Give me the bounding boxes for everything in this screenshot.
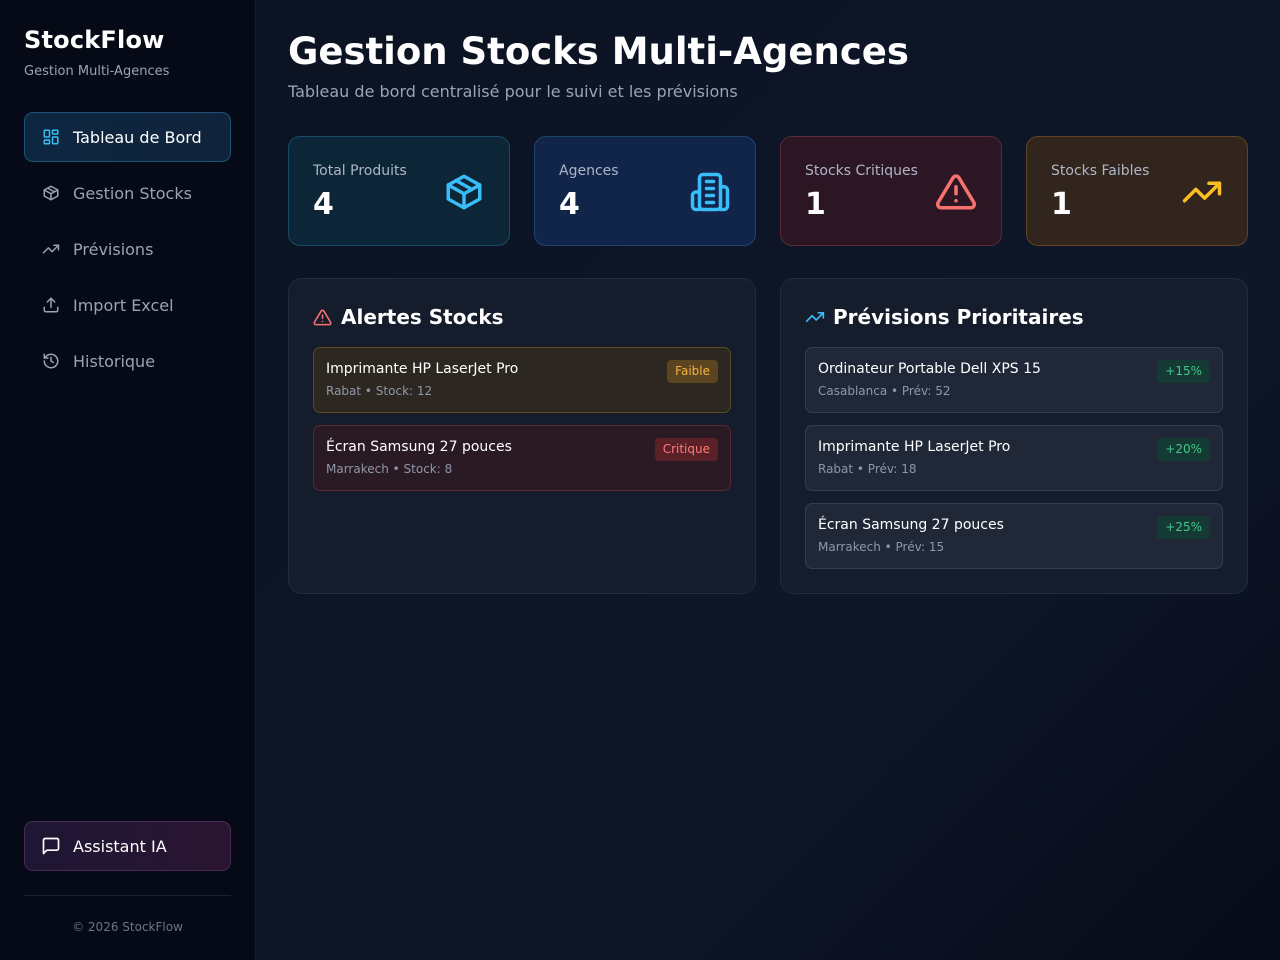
forecast-item[interactable]: Imprimante HP LaserJet Pro Rabat • Prév:… [805, 425, 1223, 491]
sidebar-item-label: Gestion Stocks [73, 183, 192, 203]
upload-icon [41, 295, 61, 315]
growth-badge: +15% [1157, 360, 1210, 383]
stat-value: 1 [805, 187, 826, 222]
stat-label: Stocks Faibles [1051, 163, 1150, 179]
forecasts-title: Prévisions Prioritaires [833, 305, 1084, 329]
sidebar-divider [24, 895, 231, 896]
forecast-meta: Marrakech • Prév: 15 [818, 540, 945, 554]
status-badge: Faible [667, 360, 718, 383]
growth-badge: +25% [1157, 516, 1210, 539]
stat-card-total-produits: Total Produits 4 [288, 136, 510, 246]
assistant-ia-label: Assistant IA [73, 836, 167, 856]
sidebar-nav: Tableau de Bord Gestion Stocks Prévision… [24, 112, 231, 392]
stat-label: Total Produits [313, 163, 407, 179]
alert-product-name: Écran Samsung 27 pouces [326, 439, 512, 455]
forecasts-panel: Prévisions Prioritaires Ordinateur Porta… [780, 278, 1248, 594]
trending-up-icon [805, 307, 825, 327]
stat-label: Stocks Critiques [805, 163, 918, 179]
sidebar-item-import-excel[interactable]: Import Excel [24, 280, 231, 330]
sidebar-item-previsions[interactable]: Prévisions [24, 224, 231, 274]
alert-item[interactable]: Écran Samsung 27 pouces Marrakech • Stoc… [313, 425, 731, 491]
history-icon [41, 351, 61, 371]
stat-label: Agences [559, 163, 619, 179]
alert-meta: Rabat • Stock: 12 [326, 384, 433, 398]
warning-icon [935, 174, 977, 210]
forecast-item[interactable]: Ordinateur Portable Dell XPS 15 Casablan… [805, 347, 1223, 413]
forecasts-header: Prévisions Prioritaires [805, 305, 1084, 329]
sidebar-item-historique[interactable]: Historique [24, 336, 231, 386]
stat-card-stocks-critiques: Stocks Critiques 1 [780, 136, 1002, 246]
warning-icon [313, 307, 333, 327]
chat-icon [41, 836, 61, 856]
stat-card-agences: Agences 4 [534, 136, 756, 246]
trending-up-icon [41, 239, 61, 259]
forecast-product-name: Écran Samsung 27 pouces [818, 517, 1004, 533]
assistant-ia-button[interactable]: Assistant IA [24, 821, 231, 871]
forecast-meta: Casablanca • Prév: 52 [818, 384, 951, 398]
sidebar-item-tableau-de-bord[interactable]: Tableau de Bord [24, 112, 231, 162]
brand-subtitle: Gestion Multi-Agences [24, 64, 170, 79]
status-badge: Critique [654, 438, 718, 461]
stat-value: 1 [1051, 187, 1072, 222]
sidebar-item-label: Tableau de Bord [73, 127, 202, 147]
brand: StockFlow Gestion Multi-Agences [24, 26, 169, 79]
growth-badge: +20% [1157, 438, 1210, 461]
stat-value: 4 [559, 187, 580, 222]
page-subtitle: Tableau de bord centralisé pour le suivi… [288, 82, 738, 101]
sidebar: StockFlow Gestion Multi-Agences Tableau … [0, 0, 256, 960]
alert-item[interactable]: Imprimante HP LaserJet Pro Rabat • Stock… [313, 347, 731, 413]
forecast-product-name: Ordinateur Portable Dell XPS 15 [818, 361, 1041, 377]
sidebar-item-label: Historique [73, 351, 156, 371]
trending-up-icon [1182, 181, 1222, 203]
building-icon [690, 172, 730, 212]
dashboard-icon [41, 127, 61, 147]
forecast-item[interactable]: Écran Samsung 27 pouces Marrakech • Prév… [805, 503, 1223, 569]
copyright: © 2026 StockFlow [72, 920, 183, 934]
alerts-header: Alertes Stocks [313, 305, 504, 329]
sidebar-item-label: Import Excel [73, 295, 174, 315]
brand-title: StockFlow [24, 26, 165, 54]
alert-meta: Marrakech • Stock: 8 [326, 462, 453, 476]
stat-card-stocks-faibles: Stocks Faibles 1 [1026, 136, 1248, 246]
alerts-panel: Alertes Stocks Imprimante HP LaserJet Pr… [288, 278, 756, 594]
package-icon [41, 183, 61, 203]
forecast-product-name: Imprimante HP LaserJet Pro [818, 439, 1011, 455]
stat-value: 4 [313, 187, 334, 222]
sidebar-item-label: Prévisions [73, 239, 154, 259]
alerts-title: Alertes Stocks [341, 305, 504, 329]
alert-product-name: Imprimante HP LaserJet Pro [326, 361, 519, 377]
sidebar-item-gestion-stocks[interactable]: Gestion Stocks [24, 168, 231, 218]
page-title: Gestion Stocks Multi-Agences [288, 30, 909, 73]
forecast-meta: Rabat • Prév: 18 [818, 462, 917, 476]
box-icon [446, 174, 482, 210]
